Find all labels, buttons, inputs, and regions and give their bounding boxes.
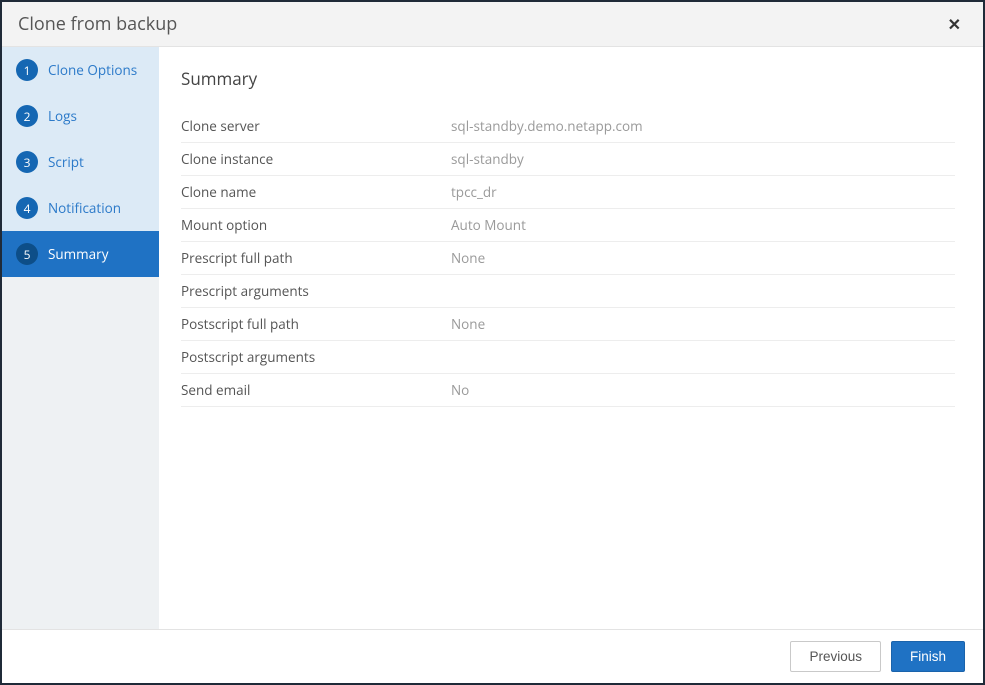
step-label: Clone Options [48, 61, 137, 79]
step-number-badge: 5 [16, 243, 38, 265]
step-summary[interactable]: 5 Summary [2, 231, 159, 277]
dialog-header: Clone from backup ✕ [2, 2, 983, 47]
summary-label: Clone name [181, 183, 451, 201]
step-number-badge: 1 [16, 59, 38, 81]
summary-value: None [451, 315, 955, 333]
summary-value: sql-standby.demo.netapp.com [451, 117, 955, 135]
summary-row-clone-server: Clone server sql-standby.demo.netapp.com [181, 110, 955, 143]
step-logs[interactable]: 2 Logs [2, 93, 159, 139]
summary-label: Clone server [181, 117, 451, 135]
summary-label: Postscript arguments [181, 348, 451, 366]
step-label: Notification [48, 199, 121, 217]
step-script[interactable]: 3 Script [2, 139, 159, 185]
summary-label: Mount option [181, 216, 451, 234]
summary-label: Send email [181, 381, 451, 399]
summary-row-clone-instance: Clone instance sql-standby [181, 143, 955, 176]
summary-label: Clone instance [181, 150, 451, 168]
dialog-body: 1 Clone Options 2 Logs 3 Script 4 Notifi… [2, 47, 983, 629]
summary-value: No [451, 381, 955, 399]
summary-value: None [451, 249, 955, 267]
step-label: Logs [48, 107, 77, 125]
summary-label: Prescript arguments [181, 282, 451, 300]
step-clone-options[interactable]: 1 Clone Options [2, 47, 159, 93]
previous-button[interactable]: Previous [790, 641, 881, 672]
summary-row-postscript-path: Postscript full path None [181, 308, 955, 341]
summary-value: Auto Mount [451, 216, 955, 234]
summary-row-prescript-args: Prescript arguments [181, 275, 955, 308]
finish-button[interactable]: Finish [891, 641, 965, 672]
clone-from-backup-dialog: Clone from backup ✕ 1 Clone Options 2 Lo… [0, 0, 985, 685]
step-number-badge: 2 [16, 105, 38, 127]
summary-row-clone-name: Clone name tpcc_dr [181, 176, 955, 209]
wizard-content: Summary Clone server sql-standby.demo.ne… [159, 47, 983, 629]
wizard-sidebar: 1 Clone Options 2 Logs 3 Script 4 Notifi… [2, 47, 159, 629]
content-title: Summary [181, 67, 955, 90]
summary-label: Postscript full path [181, 315, 451, 333]
close-icon[interactable]: ✕ [942, 14, 967, 34]
dialog-footer: Previous Finish [2, 629, 983, 683]
summary-row-postscript-args: Postscript arguments [181, 341, 955, 374]
summary-value: tpcc_dr [451, 183, 955, 201]
step-notification[interactable]: 4 Notification [2, 185, 159, 231]
summary-label: Prescript full path [181, 249, 451, 267]
summary-row-send-email: Send email No [181, 374, 955, 407]
summary-row-mount-option: Mount option Auto Mount [181, 209, 955, 242]
summary-row-prescript-path: Prescript full path None [181, 242, 955, 275]
summary-value: sql-standby [451, 150, 955, 168]
dialog-title: Clone from backup [18, 12, 177, 36]
step-label: Summary [48, 245, 108, 263]
step-label: Script [48, 153, 84, 171]
step-number-badge: 4 [16, 197, 38, 219]
step-number-badge: 3 [16, 151, 38, 173]
